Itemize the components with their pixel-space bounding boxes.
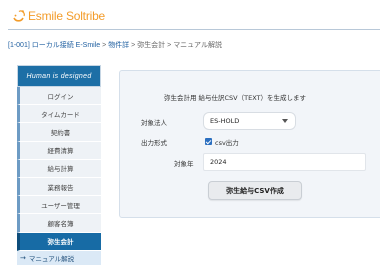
header-divider	[8, 29, 380, 30]
chevron-down-icon	[282, 119, 288, 123]
corp-label: 対象法人	[141, 119, 167, 127]
csv-output-label[interactable]: csv出力	[215, 137, 239, 147]
sidebar: Human is designed ログイン タイムカード 契約書 経費清算 給…	[17, 65, 101, 265]
corp-select-value: ES-HOLD	[210, 117, 240, 125]
year-input[interactable]: 2024	[203, 153, 366, 171]
sidebar-subitem-label: マニュアル解説	[28, 254, 75, 263]
breadcrumb-item-property[interactable]: 物件詳	[108, 42, 129, 49]
sidebar-item-payroll[interactable]: 給与計算	[17, 159, 101, 178]
breadcrumb: [1-001] ローカル接続 E-Smile > 物件詳 > 弥生会計 > マニ…	[8, 40, 222, 50]
breadcrumb-separator: >	[131, 42, 136, 49]
sidebar-item-expense[interactable]: 経費清算	[17, 141, 101, 160]
app-logo[interactable]: Esmile Soltribe	[10, 7, 105, 25]
sidebar-subitem-manual[interactable]: → マニュアル解説	[17, 250, 101, 265]
year-input-value: 2024	[210, 158, 227, 166]
smile-logo-icon	[10, 8, 27, 25]
sidebar-item-customers[interactable]: 顧客名簿	[17, 214, 101, 233]
sidebar-item-user-admin[interactable]: ユーザー管理	[17, 196, 101, 215]
sidebar-banner-text: Human is designed	[26, 72, 92, 80]
corp-select[interactable]: ES-HOLD	[203, 112, 296, 130]
sidebar-item-yayoi[interactable]: 弥生会計	[17, 232, 101, 251]
sidebar-item-report[interactable]: 業務報告	[17, 177, 101, 197]
sidebar-item-login[interactable]: ログイン	[17, 87, 101, 106]
sidebar-item-timecard[interactable]: タイムカード	[17, 105, 101, 124]
csv-output-checkbox[interactable]	[205, 138, 212, 145]
logo-text: Esmile Soltribe	[28, 9, 106, 23]
format-label: 出力形式	[141, 139, 167, 147]
create-csv-button[interactable]: 弥生給与CSV作成	[208, 181, 302, 200]
breadcrumb-separator: >	[167, 42, 172, 49]
breadcrumb-item-home[interactable]: [1-001] ローカル接続 E-Smile	[8, 42, 100, 49]
breadcrumb-item-current: マニュアル解説	[173, 42, 222, 49]
arrow-right-icon: →	[20, 253, 26, 262]
sidebar-banner: Human is designed	[17, 65, 101, 87]
csv-form-panel: 弥生会計用 給与仕訳CSV（TEXT）を生成します 対象法人 ES-HOLD 出…	[119, 70, 380, 218]
form-title: 弥生会計用 給与仕訳CSV（TEXT）を生成します	[163, 94, 307, 102]
breadcrumb-separator: >	[102, 42, 107, 49]
breadcrumb-item-yayoi: 弥生会計	[137, 42, 166, 49]
year-label: 対象年	[174, 160, 194, 168]
sidebar-item-contract[interactable]: 契約書	[17, 123, 101, 142]
